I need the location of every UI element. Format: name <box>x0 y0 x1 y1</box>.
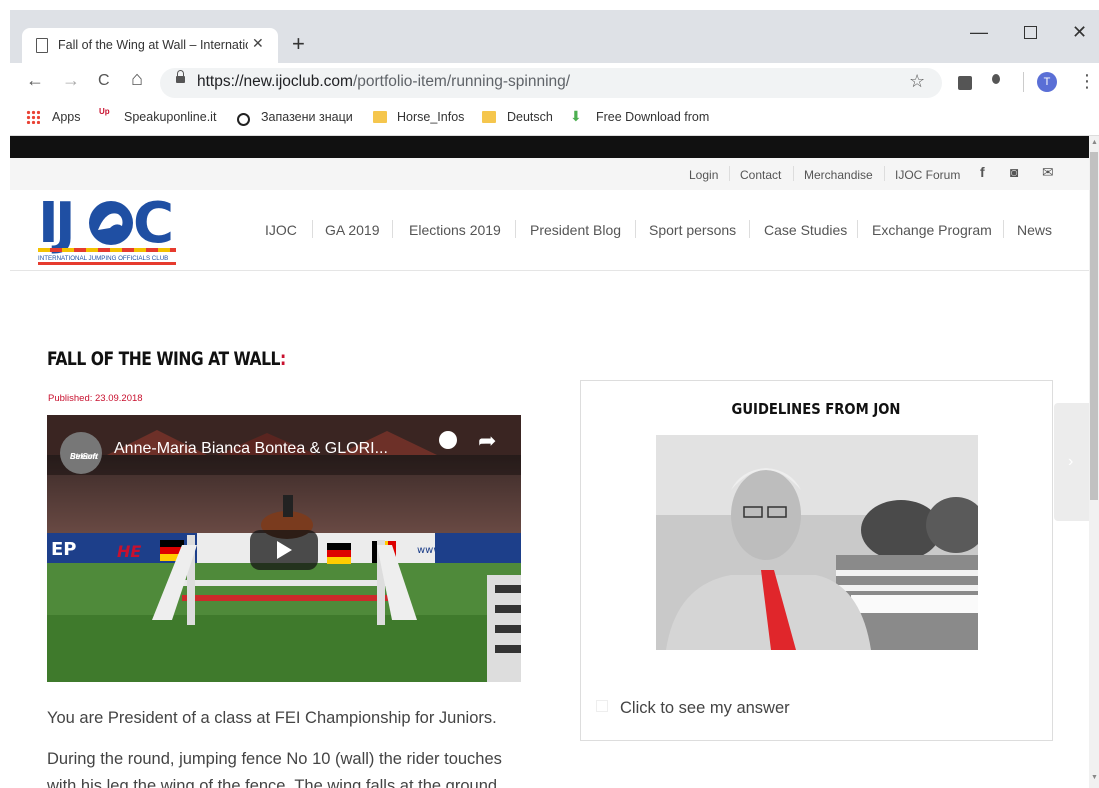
browser-menu-icon[interactable]: ⋮ <box>1078 71 1096 92</box>
answer-toggle-icon[interactable] <box>596 700 608 712</box>
login-link[interactable]: Login <box>689 168 718 182</box>
svg-text:C: C <box>133 192 174 256</box>
bookmarks-icon <box>237 113 250 126</box>
post-title-colon: : <box>279 348 286 370</box>
toolbar-divider <box>1023 72 1024 92</box>
nav-divider <box>392 220 393 238</box>
scroll-down-arrow-icon[interactable]: ▼ <box>1091 774 1098 781</box>
url-text[interactable]: https://new.ijoclub.com/portfolio-item/r… <box>197 73 570 91</box>
paragraph: During the round, jumping fence No 10 (w… <box>47 750 502 768</box>
folder-icon <box>373 111 387 123</box>
bookmark-saved[interactable]: Запазени знаци <box>261 110 353 124</box>
tab-title: Fall of the Wing at Wall – International <box>58 38 248 52</box>
url-host: https://new.ijoclub.com <box>197 73 353 90</box>
watch-later-icon[interactable] <box>439 431 457 449</box>
svg-text:IJ: IJ <box>38 192 72 256</box>
post-title-text: FALL OF THE WING AT WALL <box>47 348 280 370</box>
minimize-button[interactable]: — <box>970 22 988 43</box>
bookmark-speakuponline[interactable]: Speakuponline.it <box>124 110 216 124</box>
bookmark-apps[interactable]: Apps <box>52 110 81 124</box>
nav-divider <box>749 220 750 238</box>
nav-elections-2019[interactable]: Elections 2019 <box>409 222 501 238</box>
apps-grid-icon[interactable] <box>26 110 40 124</box>
top-divider <box>729 166 730 181</box>
channel-avatar[interactable]: BelSoft Stream <box>60 432 102 474</box>
forum-link[interactable]: IJOC Forum <box>895 168 960 182</box>
mail-icon[interactable]: ✉ <box>1042 164 1054 181</box>
instagram-icon[interactable]: ◙ <box>1010 164 1018 180</box>
speakup-icon: Up <box>99 107 110 116</box>
facebook-icon[interactable]: f <box>980 164 985 180</box>
download-arrow-icon: ⬇ <box>570 108 582 124</box>
home-button[interactable]: ⌂ <box>131 68 143 91</box>
bookmark-star-icon[interactable]: ☆ <box>909 71 925 92</box>
nav-ijoc[interactable]: IJOC <box>265 222 297 238</box>
profile-avatar[interactable]: T <box>1037 72 1057 92</box>
location-pin-icon[interactable] <box>992 74 1000 84</box>
video-title[interactable]: Anne-Maria Bianca Bontea & GLORI... <box>114 440 388 458</box>
nav-divider <box>635 220 636 238</box>
nav-case-studies[interactable]: Case Studies <box>764 222 847 238</box>
top-black-bar <box>10 136 1089 158</box>
new-tab-button[interactable]: + <box>292 31 305 57</box>
nav-sport-persons[interactable]: Sport persons <box>649 222 736 238</box>
lock-icon[interactable] <box>176 70 185 83</box>
nav-divider <box>857 220 858 238</box>
nav-divider <box>312 220 313 238</box>
top-divider <box>884 166 885 181</box>
merchandise-link[interactable]: Merchandise <box>804 168 873 182</box>
svg-text:HE: HE <box>117 542 141 561</box>
published-date: Published: 23.09.2018 <box>48 393 143 404</box>
nav-news[interactable]: News <box>1017 222 1052 238</box>
scroll-up-arrow-icon[interactable]: ▲ <box>1091 139 1098 146</box>
post-title: FALL OF THE WING AT WALL: <box>47 348 286 370</box>
svg-text:EP: EP <box>51 539 77 560</box>
next-post-arrow[interactable]: › <box>1054 403 1089 521</box>
nav-ga-2019[interactable]: GA 2019 <box>325 222 380 238</box>
paragraph: You are President of a class at FEI Cham… <box>47 709 497 727</box>
guidelines-title: GUIDELINES FROM JON <box>731 400 901 418</box>
top-divider <box>793 166 794 181</box>
back-button[interactable]: ← <box>26 70 44 91</box>
contact-link[interactable]: Contact <box>740 168 781 182</box>
bookmark-horse-infos[interactable]: Horse_Infos <box>397 110 464 124</box>
svg-text:INTERNATIONAL JUMPING OFFICIAL: INTERNATIONAL JUMPING OFFICIALS CLUB <box>38 255 168 262</box>
scrollbar-thumb[interactable] <box>1090 152 1098 500</box>
bookmark-deutsch[interactable]: Deutsch <box>507 110 553 124</box>
chevron-right-icon: › <box>1068 453 1074 470</box>
url-path: /portfolio-item/running-spinning/ <box>352 73 571 90</box>
jon-photo <box>656 435 978 650</box>
folder-icon <box>482 111 496 123</box>
tab-close-icon[interactable]: ✕ <box>252 35 264 52</box>
paragraph: with his leg the wing of the fence. The … <box>47 777 502 788</box>
close-window-button[interactable]: ✕ <box>1072 22 1087 43</box>
nav-president-blog[interactable]: President Blog <box>530 222 621 238</box>
extension-icon[interactable] <box>958 76 972 90</box>
video-play-button[interactable] <box>250 530 318 570</box>
bookmark-free-download[interactable]: Free Download from <box>596 110 709 124</box>
see-answer-link[interactable]: Click to see my answer <box>620 699 790 718</box>
reload-button[interactable]: C <box>98 72 110 90</box>
nav-divider <box>515 220 516 238</box>
document-icon <box>36 38 48 53</box>
share-icon[interactable]: ➦ <box>478 428 496 454</box>
nav-exchange-program[interactable]: Exchange Program <box>872 222 992 238</box>
nav-divider <box>1003 220 1004 238</box>
forward-button[interactable]: → <box>62 70 80 91</box>
ijoc-logo[interactable]: IJ C INTERNATIONAL JUMPING OFFICIALS CLU… <box>38 192 176 266</box>
maximize-button[interactable] <box>1024 26 1037 39</box>
